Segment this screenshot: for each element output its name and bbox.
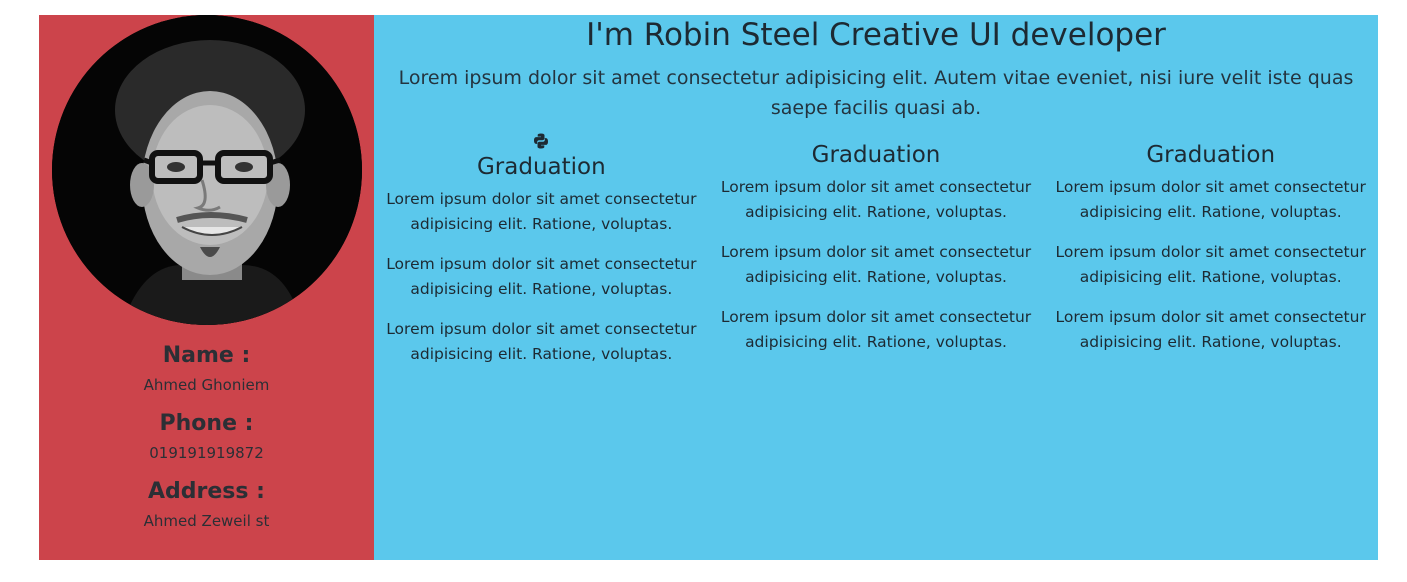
column-title: Graduation <box>476 154 606 180</box>
portrait-image <box>52 15 362 325</box>
avatar <box>52 15 362 325</box>
main-content: I'm Robin Steel Creative UI developer Lo… <box>374 15 1378 560</box>
intro-text: Lorem ipsum dolor sit amet consectetur a… <box>398 67 1354 119</box>
column-title: Graduation <box>1146 142 1276 168</box>
graduation-column-1: Graduation Lorem ipsum dolor sit amet co… <box>374 133 709 382</box>
column-paragraph: Lorem ipsum dolor sit amet consectetur a… <box>1055 178 1366 221</box>
column-paragraph: Lorem ipsum dolor sit amet consectetur a… <box>386 320 697 363</box>
contact-info: Name : Ahmed Ghoniem Phone : 01919191987… <box>39 341 374 545</box>
column-paragraph: Lorem ipsum dolor sit amet consectetur a… <box>1055 308 1366 351</box>
page-title: I'm Robin Steel Creative UI developer <box>586 17 1166 53</box>
address-label: Address : <box>148 479 265 504</box>
graduation-column-2: Graduation Lorem ipsum dolor sit amet co… <box>709 141 1044 382</box>
column-paragraph: Lorem ipsum dolor sit amet consectetur a… <box>386 255 697 298</box>
python-icon <box>374 133 709 153</box>
address-value: Ahmed Zeweil st <box>143 512 270 530</box>
name-label: Name : <box>162 343 251 368</box>
phone-value: 019191919872 <box>149 444 264 462</box>
column-paragraph: Lorem ipsum dolor sit amet consectetur a… <box>386 190 697 233</box>
graduation-columns: Graduation Lorem ipsum dolor sit amet co… <box>374 133 1378 382</box>
name-value: Ahmed Ghoniem <box>143 376 270 394</box>
column-paragraph: Lorem ipsum dolor sit amet consectetur a… <box>720 178 1032 221</box>
column-paragraph: Lorem ipsum dolor sit amet consectetur a… <box>720 243 1032 286</box>
column-paragraph: Lorem ipsum dolor sit amet consectetur a… <box>1055 243 1366 286</box>
page-container: Name : Ahmed Ghoniem Phone : 01919191987… <box>39 15 1378 560</box>
column-title: Graduation <box>811 142 941 168</box>
profile-sidebar: Name : Ahmed Ghoniem Phone : 01919191987… <box>39 15 374 560</box>
column-paragraph: Lorem ipsum dolor sit amet consectetur a… <box>720 308 1032 351</box>
graduation-column-3: Graduation Lorem ipsum dolor sit amet co… <box>1043 141 1378 382</box>
phone-label: Phone : <box>159 411 254 436</box>
